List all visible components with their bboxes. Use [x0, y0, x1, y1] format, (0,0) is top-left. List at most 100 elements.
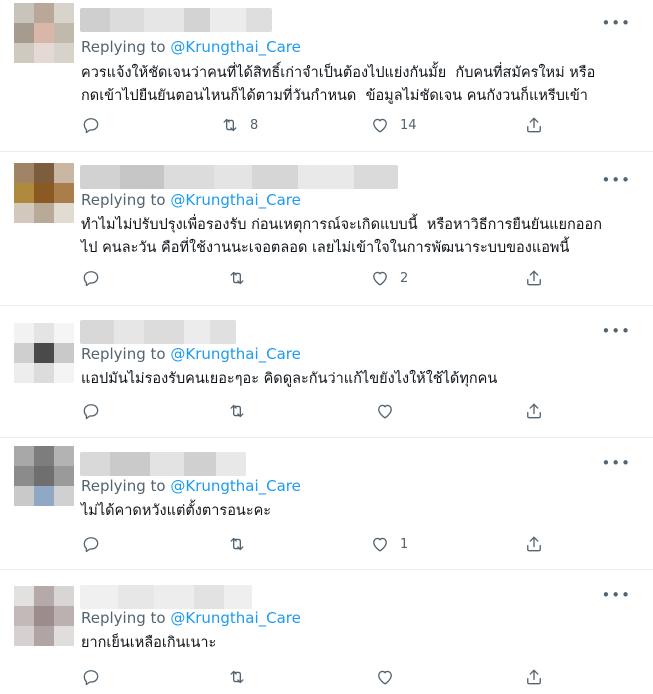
share-button[interactable] [524, 115, 544, 135]
like-button[interactable]: 1 [370, 534, 408, 554]
avatar-pixel [54, 606, 74, 626]
heart-icon [378, 404, 392, 419]
avatar-pixel [54, 323, 74, 343]
retweet-button[interactable] [227, 534, 257, 554]
reply-icon [83, 537, 99, 553]
avatar-pixel [54, 183, 74, 203]
more-options-icon[interactable]: ••• [601, 456, 631, 471]
avatar-pixel [54, 43, 74, 63]
avatar-pixel [54, 163, 74, 183]
replying-prefix: Replying to [81, 609, 166, 627]
avatar[interactable] [14, 446, 74, 506]
reply-icon [83, 404, 99, 420]
tweet-text: ควรแจ้งให้ชัดเจนว่าคนที่ได้สิทธิ์เก่าจำเ… [81, 65, 596, 104]
avatar-pixel [34, 23, 54, 43]
retweet-button[interactable] [227, 268, 257, 288]
reply-button[interactable] [81, 534, 111, 554]
reply-button[interactable] [81, 667, 111, 687]
avatar-pixel [14, 3, 34, 23]
avatar-pixel [14, 323, 34, 343]
more-options-icon[interactable]: ••• [601, 324, 631, 339]
avatar[interactable] [14, 323, 74, 383]
avatar-pixel [14, 363, 34, 383]
like-button[interactable] [375, 667, 405, 687]
avatar-pixel [14, 446, 34, 466]
retweet-icon [230, 404, 244, 418]
reply-tweet[interactable]: ••• Replying to @Krungthai_Care ยากเย็นเ… [0, 570, 653, 694]
username-blurred[interactable] [80, 585, 252, 609]
reply-tweet[interactable]: ••• Replying to @Krungthai_Care ไม่ได้คา… [0, 438, 653, 570]
retweet-icon [230, 537, 244, 551]
replying-prefix: Replying to [81, 38, 166, 56]
tweet-text: ยากเย็นเหลือเกินเนาะ [81, 635, 217, 651]
replying-prefix: Replying to [81, 191, 166, 209]
like-button[interactable] [375, 401, 405, 421]
tweet-actions: 2 [0, 268, 653, 292]
avatar-pixel [34, 606, 54, 626]
avatar[interactable] [14, 163, 74, 223]
heart-icon [378, 670, 392, 685]
avatar-pixel [54, 23, 74, 43]
avatar[interactable] [14, 3, 74, 63]
mention-link[interactable]: @Krungthai_Care [170, 345, 301, 363]
username-blurred[interactable] [80, 320, 236, 344]
replying-prefix: Replying to [81, 477, 166, 495]
avatar-pixel [34, 183, 54, 203]
avatar-pixel [14, 183, 34, 203]
avatar-pixel [54, 3, 74, 23]
username-blurred[interactable] [80, 165, 398, 189]
avatar-pixel [14, 606, 34, 626]
avatar[interactable] [14, 586, 74, 646]
avatar-pixel [54, 586, 74, 606]
tweet-text: ไม่ได้คาดหวังแต่ตั้งตารอนะคะ [81, 503, 272, 519]
more-options-icon[interactable]: ••• [601, 173, 631, 188]
avatar-pixel [14, 466, 34, 486]
share-button[interactable] [524, 401, 544, 421]
share-icon [527, 270, 541, 286]
reply-button[interactable] [81, 115, 111, 135]
reply-tweet[interactable]: ••• Replying to @Krungthai_Care ทำไมไม่ป… [0, 152, 653, 306]
avatar-pixel [34, 466, 54, 486]
replying-to-line: Replying to @Krungthai_Care [81, 38, 301, 56]
avatar-pixel [34, 343, 54, 363]
avatar-pixel [14, 203, 34, 223]
more-options-icon[interactable]: ••• [601, 588, 631, 603]
avatar-pixel [14, 43, 34, 63]
retweet-icon [230, 670, 244, 684]
replying-to-line: Replying to @Krungthai_Care [81, 345, 301, 363]
avatar-pixel [14, 23, 34, 43]
username-blurred[interactable] [80, 452, 246, 476]
avatar-pixel [14, 586, 34, 606]
avatar-pixel [54, 203, 74, 223]
reply-tweet[interactable]: ••• Replying to @Krungthai_Care ควรแจ้งใ… [0, 0, 653, 152]
share-button[interactable] [524, 268, 544, 288]
mention-link[interactable]: @Krungthai_Care [170, 38, 301, 56]
tweet-actions: 8 14 [0, 115, 653, 139]
avatar-pixel [54, 446, 74, 466]
more-options-icon[interactable]: ••• [601, 16, 631, 31]
retweet-button[interactable]: 8 [220, 115, 258, 135]
like-button[interactable]: 2 [370, 268, 408, 288]
avatar-pixel [34, 486, 54, 506]
reply-button[interactable] [81, 401, 111, 421]
heart-icon [373, 537, 387, 552]
avatar-pixel [34, 323, 54, 343]
replying-prefix: Replying to [81, 345, 166, 363]
avatar-pixel [54, 486, 74, 506]
retweet-icon [223, 118, 237, 132]
reply-tweet[interactable]: ••• Replying to @Krungthai_Care แอปมันไม… [0, 306, 653, 438]
retweet-button[interactable] [227, 401, 257, 421]
like-count: 2 [400, 270, 409, 286]
retweet-button[interactable] [227, 667, 257, 687]
replying-to-line: Replying to @Krungthai_Care [81, 191, 301, 209]
mention-link[interactable]: @Krungthai_Care [170, 609, 301, 627]
avatar-pixel [14, 343, 34, 363]
avatar-pixel [54, 343, 74, 363]
reply-button[interactable] [81, 268, 111, 288]
like-button[interactable]: 14 [370, 115, 417, 135]
mention-link[interactable]: @Krungthai_Care [170, 477, 301, 495]
share-button[interactable] [524, 667, 544, 687]
mention-link[interactable]: @Krungthai_Care [170, 191, 301, 209]
username-blurred[interactable] [80, 8, 272, 32]
share-button[interactable] [524, 534, 544, 554]
